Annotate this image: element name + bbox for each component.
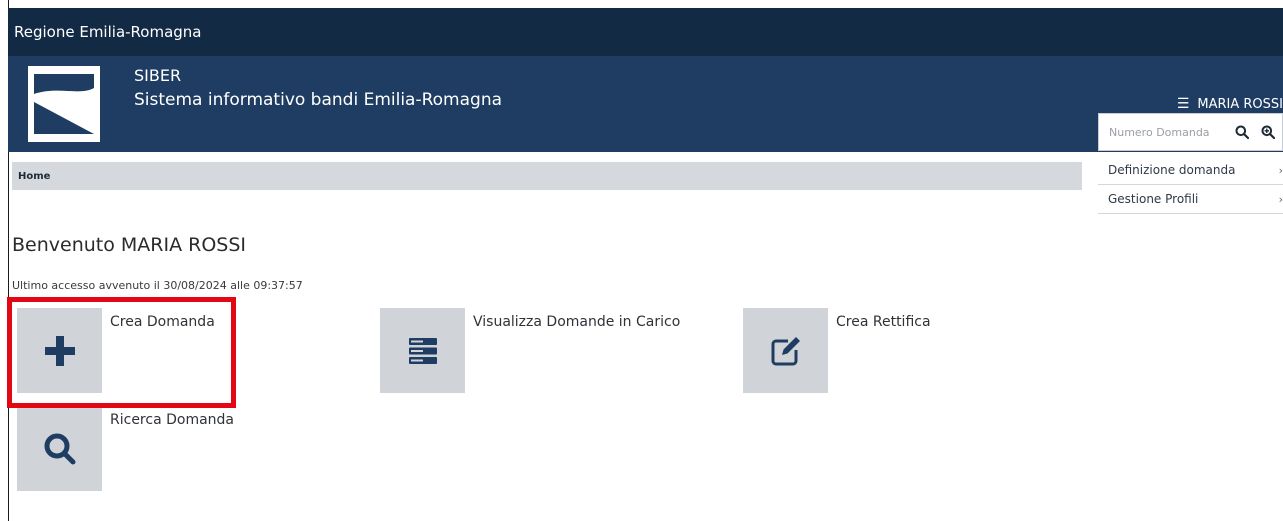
app-name: SIBER: [134, 66, 182, 85]
tile-icon-box[interactable]: [17, 308, 102, 393]
tile-icon-box[interactable]: [743, 308, 828, 393]
region-name[interactable]: Regione Emilia-Romagna: [8, 23, 202, 41]
hamburger-menu-icon[interactable]: ☰: [1177, 96, 1190, 112]
server-list-icon: [408, 337, 437, 364]
tile-ricerca-domanda[interactable]: Ricerca Domanda: [17, 406, 234, 491]
tile-crea-rettifica[interactable]: Crea Rettifica: [743, 308, 931, 393]
app-full-name: Sistema informativo bandi Emilia-Romagna: [134, 90, 503, 110]
search-icon: [44, 433, 75, 464]
chevron-down-icon: ›: [1278, 163, 1283, 177]
side-menu: Definizione domanda › Gestione Profili ›: [1098, 156, 1283, 214]
chevron-down-icon: ›: [1278, 192, 1283, 206]
side-menu-item-label: Gestione Profili: [1108, 192, 1199, 206]
app-header: SIBER Sistema informativo bandi Emilia-R…: [8, 56, 1283, 152]
side-menu-item-definizione-domanda[interactable]: Definizione domanda ›: [1098, 156, 1283, 185]
search-domanda-box: [1098, 113, 1283, 151]
tile-label[interactable]: Crea Domanda: [110, 314, 215, 393]
tile-icon-box[interactable]: [380, 308, 465, 393]
tile-visualizza-domande-in-carico[interactable]: Visualizza Domande in Carico: [380, 308, 680, 393]
breadcrumb: Home: [12, 162, 1082, 190]
last-access-text: Ultimo accesso avvenuto il 30/08/2024 al…: [12, 279, 303, 292]
side-menu-item-gestione-profili[interactable]: Gestione Profili ›: [1098, 185, 1283, 214]
tile-icon-box[interactable]: [17, 406, 102, 491]
side-menu-item-label: Definizione domanda: [1108, 163, 1236, 177]
welcome-heading: Benvenuto MARIA ROSSI: [12, 234, 247, 256]
edit-icon: [771, 336, 800, 365]
tile-label[interactable]: Ricerca Domanda: [110, 412, 234, 491]
breadcrumb-home-link[interactable]: Home: [18, 171, 50, 182]
emilia-romagna-logo-icon[interactable]: [28, 66, 100, 142]
region-topbar: Regione Emilia-Romagna: [8, 8, 1283, 56]
plus-icon: [44, 335, 75, 366]
zoom-in-icon[interactable]: [1257, 121, 1279, 143]
user-menu[interactable]: ☰ MARIA ROSSI: [1177, 96, 1283, 112]
search-icon[interactable]: [1231, 121, 1253, 143]
tile-crea-domanda[interactable]: Crea Domanda: [17, 308, 215, 393]
tile-label[interactable]: Crea Rettifica: [836, 314, 931, 393]
numero-domanda-input[interactable]: [1107, 124, 1221, 140]
user-name[interactable]: MARIA ROSSI: [1197, 97, 1283, 112]
tile-label[interactable]: Visualizza Domande in Carico: [473, 314, 680, 393]
